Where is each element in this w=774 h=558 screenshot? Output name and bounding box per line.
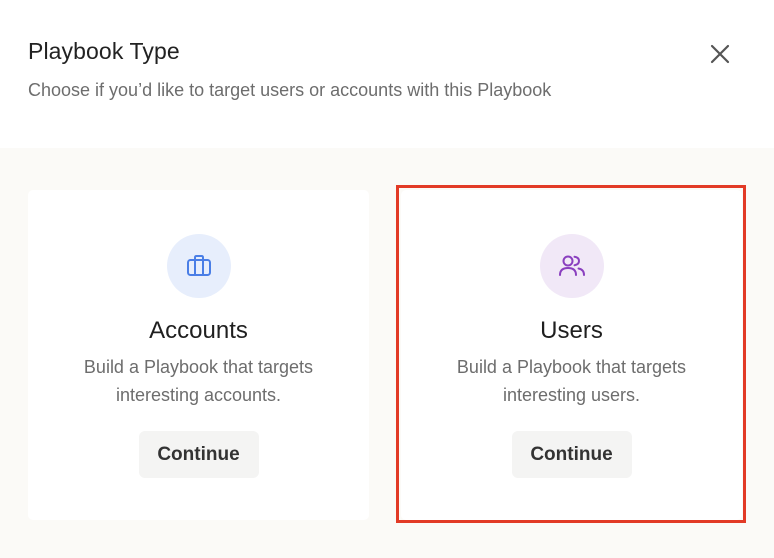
briefcase-icon (186, 255, 211, 276)
users-icon (558, 255, 585, 276)
users-card[interactable]: Users Build a Playbook that targets inte… (401, 190, 742, 520)
accounts-card-description: Build a Playbook that targets interestin… (83, 357, 314, 405)
accounts-card[interactable]: Accounts Build a Playbook that targets i… (28, 190, 369, 520)
users-card-title: Users (540, 317, 603, 344)
playbook-type-modal: Playbook Type Choose if you’d like to ta… (0, 0, 774, 558)
modal-title: Playbook Type (28, 38, 180, 64)
accounts-icon-badge (166, 234, 231, 298)
modal-header: Playbook Type Choose if you’d like to ta… (0, 0, 774, 148)
users-card-description: Build a Playbook that targets interestin… (456, 357, 687, 405)
card-container: Accounts Build a Playbook that targets i… (0, 148, 774, 558)
users-icon-badge (539, 234, 604, 298)
accounts-continue-button[interactable]: Continue (138, 431, 259, 478)
close-button[interactable] (702, 36, 738, 72)
accounts-card-title: Accounts (149, 317, 248, 344)
modal-subtitle: Choose if you’d like to target users or … (28, 80, 552, 100)
users-continue-button[interactable]: Continue (511, 431, 632, 478)
close-icon (710, 44, 730, 64)
